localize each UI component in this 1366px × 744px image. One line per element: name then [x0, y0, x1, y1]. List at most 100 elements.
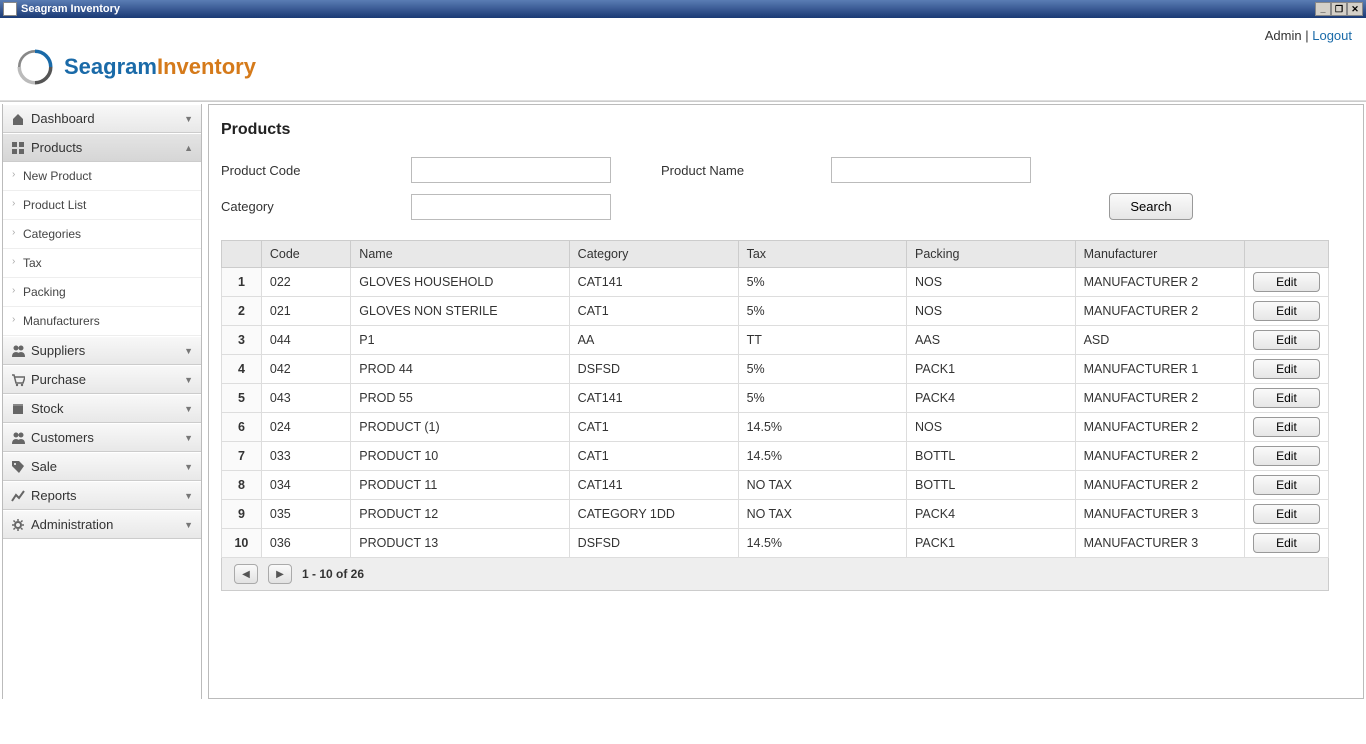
sidebar-item-dashboard[interactable]: Dashboard▼: [3, 104, 201, 133]
edit-button[interactable]: Edit: [1253, 359, 1320, 379]
search-button[interactable]: Search: [1109, 193, 1192, 220]
maximize-button[interactable]: ❐: [1331, 2, 1347, 16]
cell-packing: PACK4: [907, 384, 1076, 413]
cell-category: CAT141: [569, 268, 738, 297]
chevron-down-icon: ▼: [184, 433, 193, 443]
cell-category: CAT141: [569, 384, 738, 413]
cell-category: DSFSD: [569, 529, 738, 558]
users-icon: [11, 344, 25, 358]
cell-edit: Edit: [1244, 442, 1328, 471]
minimize-button[interactable]: _: [1315, 2, 1331, 16]
sidebar-item-reports[interactable]: Reports▼: [3, 481, 201, 510]
cell-code: 021: [261, 297, 350, 326]
chevron-down-icon: ▼: [184, 462, 193, 472]
logo-icon: [14, 46, 56, 88]
cell-manufacturer: MANUFACTURER 2: [1075, 471, 1244, 500]
table-row: 2021GLOVES NON STERILECAT15%NOSMANUFACTU…: [222, 297, 1329, 326]
home-icon: [11, 112, 25, 126]
cell-tax: TT: [738, 326, 906, 355]
cell-name: PRODUCT (1): [351, 413, 569, 442]
cell-tax: 14.5%: [738, 529, 906, 558]
sidebar-subitem-new-product[interactable]: New Product: [3, 162, 201, 191]
chevron-down-icon: ▼: [184, 491, 193, 501]
prev-page-button[interactable]: ◀: [234, 564, 258, 584]
row-number: 1: [222, 268, 262, 297]
edit-button[interactable]: Edit: [1253, 475, 1320, 495]
cell-edit: Edit: [1244, 326, 1328, 355]
table-body: 1022GLOVES HOUSEHOLDCAT1415%NOSMANUFACTU…: [222, 268, 1329, 558]
edit-button[interactable]: Edit: [1253, 330, 1320, 350]
cell-edit: Edit: [1244, 413, 1328, 442]
tag-icon: [11, 460, 25, 474]
cell-category: DSFSD: [569, 355, 738, 384]
sidebar-item-suppliers[interactable]: Suppliers▼: [3, 336, 201, 365]
table-row: 3044P1AATTAASASDEdit: [222, 326, 1329, 355]
sidebar-item-stock[interactable]: Stock▼: [3, 394, 201, 423]
edit-button[interactable]: Edit: [1253, 272, 1320, 292]
logout-link[interactable]: Logout: [1312, 28, 1352, 43]
logo-text: SeagramInventory: [64, 54, 256, 80]
cell-tax: 5%: [738, 384, 906, 413]
product-code-input[interactable]: [411, 157, 611, 183]
close-button[interactable]: ✕: [1347, 2, 1363, 16]
cell-name: PRODUCT 12: [351, 500, 569, 529]
edit-button[interactable]: Edit: [1253, 504, 1320, 524]
table-row: 7033PRODUCT 10CAT114.5%BOTTLMANUFACTURER…: [222, 442, 1329, 471]
cell-category: CATEGORY 1DD: [569, 500, 738, 529]
cell-manufacturer: ASD: [1075, 326, 1244, 355]
sidebar-subitem-categories[interactable]: Categories: [3, 220, 201, 249]
cell-edit: Edit: [1244, 529, 1328, 558]
sidebar-subitem-product-list[interactable]: Product List: [3, 191, 201, 220]
sidebar-subitem-manufacturers[interactable]: Manufacturers: [3, 307, 201, 336]
cell-tax: 5%: [738, 355, 906, 384]
cell-manufacturer: MANUFACTURER 3: [1075, 500, 1244, 529]
sidebar-item-customers[interactable]: Customers▼: [3, 423, 201, 452]
app-icon: [3, 2, 17, 16]
cell-name: PRODUCT 10: [351, 442, 569, 471]
cell-edit: Edit: [1244, 500, 1328, 529]
edit-button[interactable]: Edit: [1253, 301, 1320, 321]
cell-name: PRODUCT 11: [351, 471, 569, 500]
table-row: 4042PROD 44DSFSD5%PACK1MANUFACTURER 1Edi…: [222, 355, 1329, 384]
cell-category: AA: [569, 326, 738, 355]
table-row: 10036PRODUCT 13DSFSD14.5%PACK1MANUFACTUR…: [222, 529, 1329, 558]
sidebar-submenu-products: New ProductProduct ListCategoriesTaxPack…: [3, 162, 201, 336]
sidebar-subitem-packing[interactable]: Packing: [3, 278, 201, 307]
cell-packing: NOS: [907, 297, 1076, 326]
page-header: Admin | Logout SeagramInventory: [0, 18, 1366, 101]
window-title: Seagram Inventory: [21, 3, 1315, 15]
sidebar-item-administration[interactable]: Administration▼: [3, 510, 201, 539]
pagination: ◀ ▶ 1 - 10 of 26: [221, 558, 1329, 591]
col-header-blank7: [1244, 241, 1328, 268]
table-row: 1022GLOVES HOUSEHOLDCAT1415%NOSMANUFACTU…: [222, 268, 1329, 297]
cell-edit: Edit: [1244, 268, 1328, 297]
edit-button[interactable]: Edit: [1253, 446, 1320, 466]
edit-button[interactable]: Edit: [1253, 388, 1320, 408]
cell-tax: 5%: [738, 297, 906, 326]
cell-tax: NO TAX: [738, 500, 906, 529]
cell-tax: 5%: [738, 268, 906, 297]
row-number: 4: [222, 355, 262, 384]
sidebar-item-purchase[interactable]: Purchase▼: [3, 365, 201, 394]
next-page-button[interactable]: ▶: [268, 564, 292, 584]
col-header-tax: Tax: [738, 241, 906, 268]
product-name-label: Product Name: [661, 163, 781, 178]
category-input[interactable]: [411, 194, 611, 220]
cell-manufacturer: MANUFACTURER 3: [1075, 529, 1244, 558]
chevron-up-icon: ▲: [184, 143, 193, 153]
sidebar-item-sale[interactable]: Sale▼: [3, 452, 201, 481]
col-header-manufacturer: Manufacturer: [1075, 241, 1244, 268]
cell-code: 033: [261, 442, 350, 471]
sidebar-subitem-tax[interactable]: Tax: [3, 249, 201, 278]
top-links: Admin | Logout: [1265, 28, 1352, 43]
cell-code: 036: [261, 529, 350, 558]
admin-link[interactable]: Admin: [1265, 28, 1302, 43]
table-row: 6024PRODUCT (1)CAT114.5%NOSMANUFACTURER …: [222, 413, 1329, 442]
product-code-label: Product Code: [221, 163, 361, 178]
cell-tax: 14.5%: [738, 442, 906, 471]
sidebar-item-products[interactable]: Products▲: [3, 133, 201, 162]
edit-button[interactable]: Edit: [1253, 533, 1320, 553]
edit-button[interactable]: Edit: [1253, 417, 1320, 437]
row-number: 9: [222, 500, 262, 529]
product-name-input[interactable]: [831, 157, 1031, 183]
